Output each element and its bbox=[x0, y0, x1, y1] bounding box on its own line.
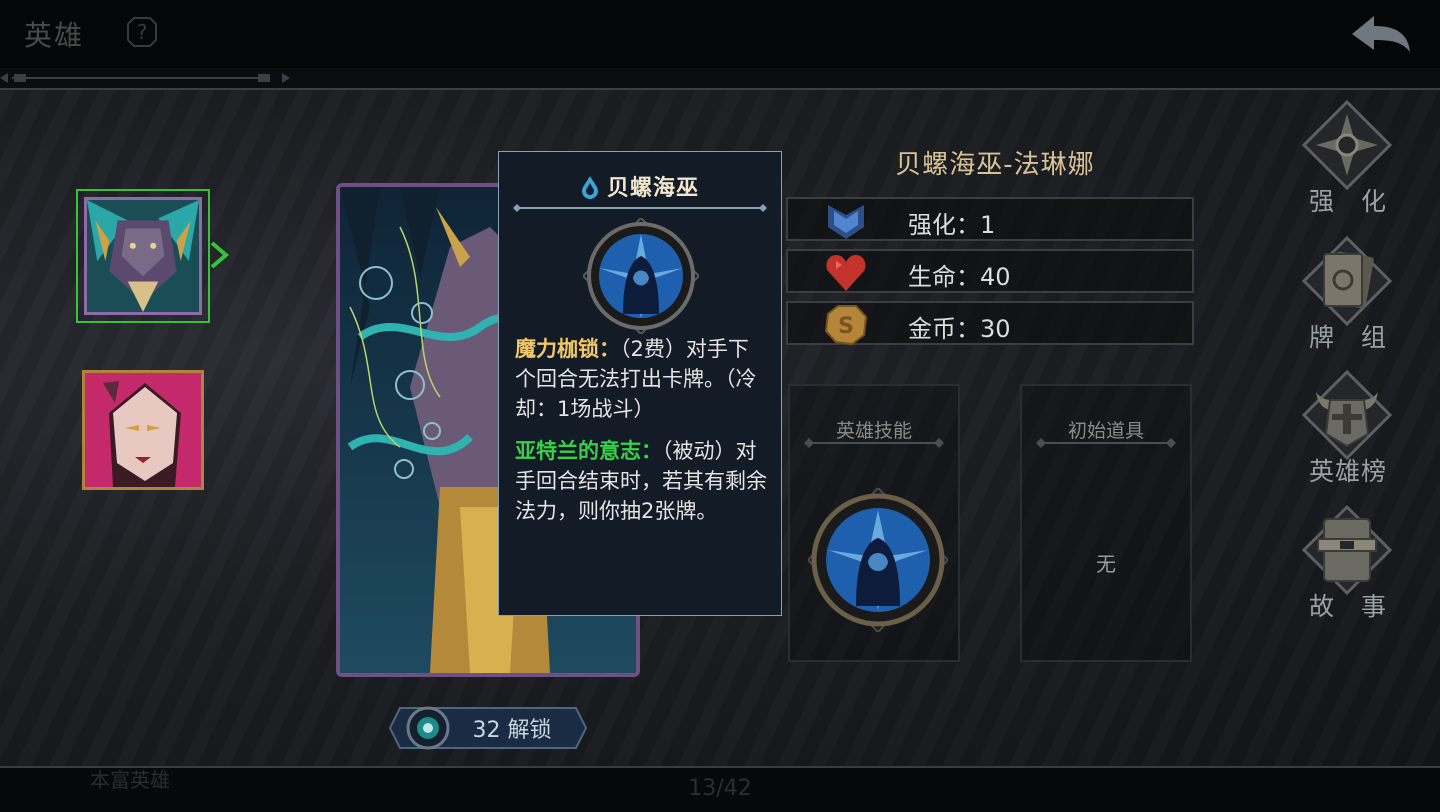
hero-full-name: 贝螺海巫-法琳娜 bbox=[895, 150, 1095, 180]
menu-deck[interactable]: 牌 组 bbox=[1296, 236, 1400, 356]
passive-name: 亚特兰的意志： bbox=[515, 439, 662, 463]
hero-avatar-red-hair bbox=[85, 373, 201, 487]
top-bar bbox=[0, 0, 1440, 68]
page-counter: 13/42 bbox=[688, 776, 752, 801]
stat-rank: 强化：1 bbox=[786, 197, 1194, 241]
menu-enhance[interactable]: 强 化 bbox=[1296, 100, 1400, 220]
page-title: 英雄 bbox=[24, 19, 85, 52]
coin-icon: S bbox=[824, 305, 868, 345]
hero-scrollbar[interactable] bbox=[0, 72, 290, 84]
compass-star-icon bbox=[1302, 100, 1392, 190]
svg-text:S: S bbox=[838, 314, 854, 339]
menu-story[interactable]: 故 事 bbox=[1296, 505, 1400, 625]
tooltip-divider bbox=[513, 204, 767, 212]
tooltip-title: 贝螺海巫 bbox=[606, 176, 699, 201]
hooded-figure-skill-icon bbox=[583, 218, 699, 334]
svg-text:?: ? bbox=[137, 20, 148, 44]
hero-skill-icon[interactable] bbox=[808, 488, 948, 632]
hero-portrait[interactable] bbox=[82, 370, 204, 490]
rank-chevron-icon bbox=[828, 205, 864, 239]
stat-health: 生命：40 bbox=[786, 249, 1194, 293]
menu-deck-label: 牌 组 bbox=[1308, 323, 1387, 352]
hero-tooltip: 贝螺海巫 魔力枷锁：（2费）对手下个回合无法打出卡牌。（冷却：1场战斗） 亚特兰… bbox=[498, 151, 782, 616]
back-arrow-icon[interactable] bbox=[1348, 10, 1414, 58]
water-drop-icon bbox=[581, 176, 598, 199]
tooltip-header: 贝螺海巫 bbox=[499, 170, 781, 202]
hero-portrait-selected[interactable] bbox=[76, 189, 210, 323]
stat-health-label: 生命：40 bbox=[908, 263, 1011, 291]
menu-enhance-label: 强 化 bbox=[1308, 187, 1387, 216]
unlock-label: 32 解锁 bbox=[472, 718, 552, 743]
menu-leaderboard[interactable]: 英雄榜 bbox=[1296, 370, 1400, 490]
card-deck-icon bbox=[1302, 236, 1392, 326]
menu-leaderboard-label: 英雄榜 bbox=[1308, 457, 1387, 486]
hero-skill-box: 英雄技能 bbox=[788, 384, 960, 662]
tooltip-description: 魔力枷锁：（2费）对手下个回合无法打出卡牌。（冷却：1场战斗） 亚特兰的意志：（… bbox=[515, 334, 769, 538]
starting-item-empty: 无 bbox=[1096, 552, 1116, 576]
stat-gold-label: 金币：30 bbox=[908, 315, 1011, 343]
hero-avatar-sea-witch bbox=[87, 200, 199, 312]
menu-story-label: 故 事 bbox=[1308, 592, 1387, 621]
starting-item-box: 初始道具 无 bbox=[1020, 384, 1192, 662]
horned-helmet-icon bbox=[1302, 370, 1392, 460]
ability-name: 魔力枷锁： bbox=[515, 337, 620, 361]
book-icon bbox=[1302, 505, 1392, 595]
box-divider bbox=[1036, 438, 1176, 448]
stat-gold: S 金币：30 bbox=[786, 301, 1194, 345]
help-icon[interactable]: ? bbox=[126, 16, 158, 48]
stat-rank-label: 强化：1 bbox=[908, 211, 996, 239]
selected-chevron-icon bbox=[210, 241, 230, 269]
box-divider bbox=[804, 438, 944, 448]
heart-icon bbox=[826, 255, 866, 291]
